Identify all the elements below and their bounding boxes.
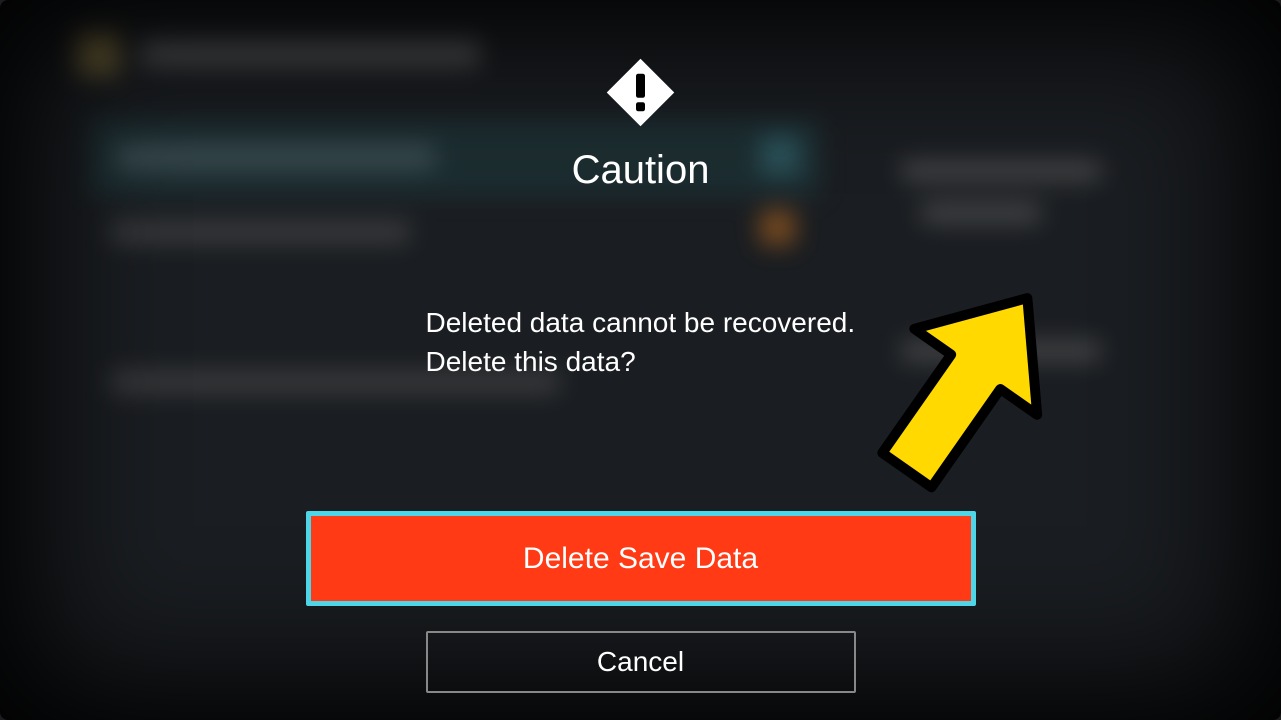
cancel-button[interactable]: Cancel [426,631,856,693]
dialog-message: Deleted data cannot be recovered. Delete… [426,303,856,381]
caution-icon [603,55,678,130]
dialog-message-line2: Delete this data? [426,342,856,381]
dialog-message-line1: Deleted data cannot be recovered. [426,303,856,342]
delete-save-data-button[interactable]: Delete Save Data [306,511,976,606]
caution-dialog: Caution Deleted data cannot be recovered… [0,0,1281,720]
dialog-title: Caution [572,148,710,193]
